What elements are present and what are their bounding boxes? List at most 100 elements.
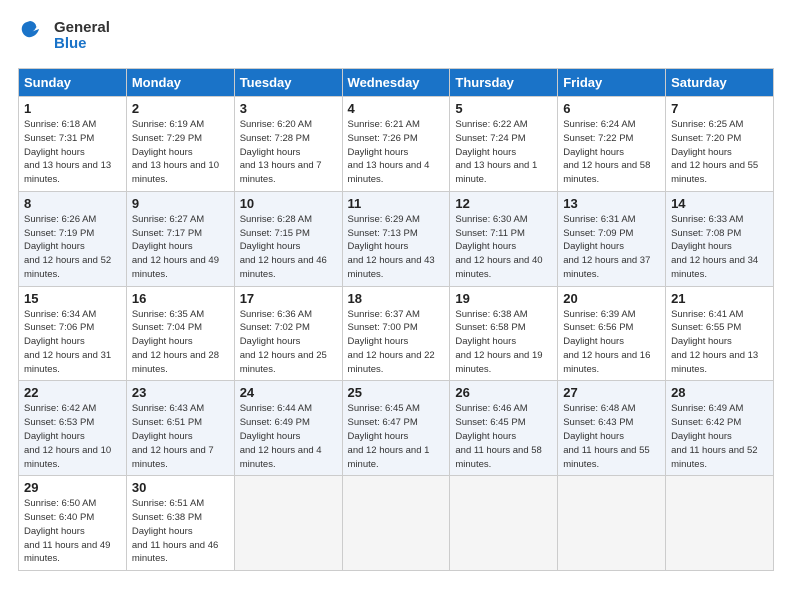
calendar-cell: 5 Sunrise: 6:22 AMSunset: 7:24 PMDaylight… (450, 97, 558, 192)
day-number: 25 (348, 385, 445, 400)
day-info: Sunrise: 6:51 AMSunset: 6:38 PMDaylight … (132, 497, 229, 566)
day-number: 1 (24, 101, 121, 116)
calendar-table: SundayMondayTuesdayWednesdayThursdayFrid… (18, 68, 774, 571)
day-info: Sunrise: 6:31 AMSunset: 7:09 PMDaylight … (563, 213, 660, 282)
day-header-tuesday: Tuesday (234, 69, 342, 97)
calendar-cell: 23Sunrise: 6:43 AMSunset: 6:51 PMDayligh… (126, 381, 234, 476)
day-number: 28 (671, 385, 768, 400)
day-info: Sunrise: 6:26 AMSunset: 7:19 PMDaylight … (24, 213, 121, 282)
day-info: Sunrise: 6:22 AMSunset: 7:24 PMDaylight … (455, 118, 552, 187)
calendar-cell: 9 Sunrise: 6:27 AMSunset: 7:17 PMDaylight… (126, 191, 234, 286)
day-number: 26 (455, 385, 552, 400)
calendar-cell: 28 Sunrise: 6:49 AMSunset: 6:42 PMDayligh… (666, 381, 774, 476)
logo: General Blue (18, 18, 110, 54)
calendar-cell: 11 Sunrise: 6:29 AMSunset: 7:13 PMDayligh… (342, 191, 450, 286)
day-info: Sunrise: 6:42 AMSunset: 6:53 PMDaylight … (24, 402, 121, 471)
day-info: Sunrise: 6:33 AMSunset: 7:08 PMDaylight … (671, 213, 768, 282)
day-info: Sunrise: 6:49 AMSunset: 6:42 PMDaylight … (671, 402, 768, 471)
day-info: Sunrise: 6:48 AMSunset: 6:43 PMDaylight … (563, 402, 660, 471)
logo-general: General (54, 20, 110, 37)
day-header-saturday: Saturday (666, 69, 774, 97)
calendar-cell: 29 Sunrise: 6:50 AMSunset: 6:40 PMDayligh… (19, 476, 127, 571)
day-info: Sunrise: 6:30 AMSunset: 7:11 PMDaylight … (455, 213, 552, 282)
day-header-sunday: Sunday (19, 69, 127, 97)
day-info: Sunrise: 6:19 AMSunset: 7:29 PMDaylight … (132, 118, 229, 187)
day-number: 20 (563, 291, 660, 306)
day-number: 15 (24, 291, 121, 306)
calendar-cell: 26 Sunrise: 6:46 AMSunset: 6:45 PMDayligh… (450, 381, 558, 476)
day-info: Sunrise: 6:35 AMSunset: 7:04 PMDaylight … (132, 308, 229, 377)
calendar-cell: 2 Sunrise: 6:19 AMSunset: 7:29 PMDaylight… (126, 97, 234, 192)
calendar-cell (234, 476, 342, 571)
day-info: Sunrise: 6:25 AMSunset: 7:20 PMDaylight … (671, 118, 768, 187)
day-number: 7 (671, 101, 768, 116)
day-info: Sunrise: 6:37 AMSunset: 7:00 PMDaylight … (348, 308, 445, 377)
day-header-row: SundayMondayTuesdayWednesdayThursdayFrid… (19, 69, 774, 97)
calendar-cell: 30 Sunrise: 6:51 AMSunset: 6:38 PMDayligh… (126, 476, 234, 571)
day-number: 19 (455, 291, 552, 306)
day-number: 11 (348, 196, 445, 211)
calendar-cell: 20 Sunrise: 6:39 AMSunset: 6:56 PMDayligh… (558, 286, 666, 381)
header: General Blue (18, 18, 774, 54)
logo-container: General Blue (18, 18, 110, 54)
day-info: Sunrise: 6:20 AMSunset: 7:28 PMDaylight … (240, 118, 337, 187)
calendar-cell: 14 Sunrise: 6:33 AMSunset: 7:08 PMDayligh… (666, 191, 774, 286)
day-number: 21 (671, 291, 768, 306)
calendar-cell: 16Sunrise: 6:35 AMSunset: 7:04 PMDayligh… (126, 286, 234, 381)
logo-text: General Blue (54, 20, 110, 53)
day-number: 6 (563, 101, 660, 116)
day-info: Sunrise: 6:36 AMSunset: 7:02 PMDaylight … (240, 308, 337, 377)
calendar-cell: 15Sunrise: 6:34 AMSunset: 7:06 PMDayligh… (19, 286, 127, 381)
day-info: Sunrise: 6:46 AMSunset: 6:45 PMDaylight … (455, 402, 552, 471)
calendar-cell: 12Sunrise: 6:30 AMSunset: 7:11 PMDayligh… (450, 191, 558, 286)
day-number: 22 (24, 385, 121, 400)
day-info: Sunrise: 6:38 AMSunset: 6:58 PMDaylight … (455, 308, 552, 377)
calendar-cell (558, 476, 666, 571)
day-number: 9 (132, 196, 229, 211)
day-info: Sunrise: 6:18 AMSunset: 7:31 PMDaylight … (24, 118, 121, 187)
calendar-cell: 1 Sunrise: 6:18 AMSunset: 7:31 PMDaylight… (19, 97, 127, 192)
page-container: General Blue SundayMondayTuesdayWednesda… (0, 0, 792, 581)
calendar-cell: 17Sunrise: 6:36 AMSunset: 7:02 PMDayligh… (234, 286, 342, 381)
day-info: Sunrise: 6:50 AMSunset: 6:40 PMDaylight … (24, 497, 121, 566)
day-number: 10 (240, 196, 337, 211)
day-number: 2 (132, 101, 229, 116)
calendar-cell: 22 Sunrise: 6:42 AMSunset: 6:53 PMDayligh… (19, 381, 127, 476)
day-number: 3 (240, 101, 337, 116)
day-number: 5 (455, 101, 552, 116)
calendar-cell (666, 476, 774, 571)
day-header-friday: Friday (558, 69, 666, 97)
day-header-thursday: Thursday (450, 69, 558, 97)
calendar-cell: 7 Sunrise: 6:25 AMSunset: 7:20 PMDaylight… (666, 97, 774, 192)
calendar-cell: 19 Sunrise: 6:38 AMSunset: 6:58 PMDayligh… (450, 286, 558, 381)
calendar-cell: 27 Sunrise: 6:48 AMSunset: 6:43 PMDayligh… (558, 381, 666, 476)
calendar-cell (342, 476, 450, 571)
calendar-cell: 18 Sunrise: 6:37 AMSunset: 7:00 PMDayligh… (342, 286, 450, 381)
calendar-cell (450, 476, 558, 571)
day-header-monday: Monday (126, 69, 234, 97)
calendar-cell: 8Sunrise: 6:26 AMSunset: 7:19 PMDaylight… (19, 191, 127, 286)
day-info: Sunrise: 6:41 AMSunset: 6:55 PMDaylight … (671, 308, 768, 377)
calendar-cell: 6Sunrise: 6:24 AMSunset: 7:22 PMDaylight… (558, 97, 666, 192)
day-info: Sunrise: 6:27 AMSunset: 7:17 PMDaylight … (132, 213, 229, 282)
day-number: 30 (132, 480, 229, 495)
calendar-cell: 4 Sunrise: 6:21 AMSunset: 7:26 PMDaylight… (342, 97, 450, 192)
calendar-cell: 25 Sunrise: 6:45 AMSunset: 6:47 PMDayligh… (342, 381, 450, 476)
calendar-cell: 13Sunrise: 6:31 AMSunset: 7:09 PMDayligh… (558, 191, 666, 286)
day-number: 29 (24, 480, 121, 495)
day-number: 24 (240, 385, 337, 400)
day-number: 18 (348, 291, 445, 306)
day-number: 14 (671, 196, 768, 211)
day-number: 4 (348, 101, 445, 116)
day-info: Sunrise: 6:21 AMSunset: 7:26 PMDaylight … (348, 118, 445, 187)
logo-blue: Blue (54, 36, 110, 53)
day-info: Sunrise: 6:44 AMSunset: 6:49 PMDaylight … (240, 402, 337, 471)
day-number: 23 (132, 385, 229, 400)
day-header-wednesday: Wednesday (342, 69, 450, 97)
day-info: Sunrise: 6:39 AMSunset: 6:56 PMDaylight … (563, 308, 660, 377)
day-number: 27 (563, 385, 660, 400)
day-info: Sunrise: 6:29 AMSunset: 7:13 PMDaylight … (348, 213, 445, 282)
day-info: Sunrise: 6:28 AMSunset: 7:15 PMDaylight … (240, 213, 337, 282)
calendar-cell: 3 Sunrise: 6:20 AMSunset: 7:28 PMDaylight… (234, 97, 342, 192)
day-info: Sunrise: 6:45 AMSunset: 6:47 PMDaylight … (348, 402, 445, 471)
